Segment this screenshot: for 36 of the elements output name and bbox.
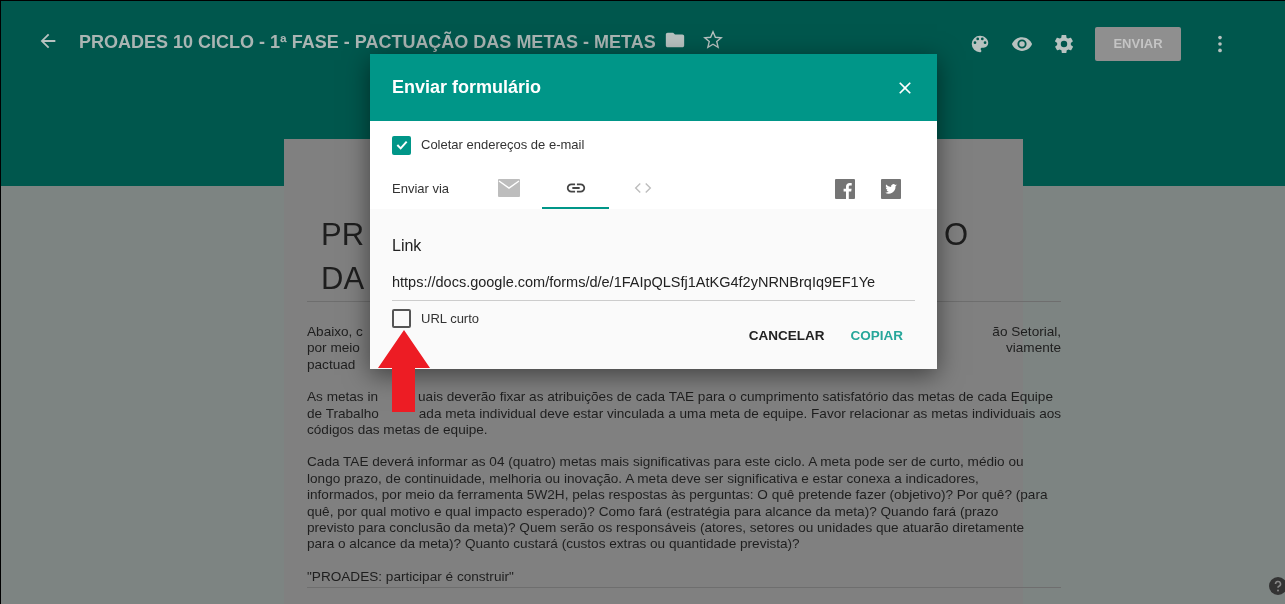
description-text: pactuad [307,355,356,374]
description-text: quê, por qual motivo e qual impacto esperado)? Como fará (estratégia para alcance da meta)? Quando fará (prazo [307,502,999,521]
description-text: uais deverão fixar as atribuições de cada TAE para o cumprimento satisfatório das metas de cada Equipe [418,388,1053,407]
star-icon[interactable] [701,29,724,51]
form-heading: O [944,216,969,254]
description-text: "PROADES: participar é construir" [307,567,514,586]
description-text: longo prazo, de continuidade, melhoria ou inovação. A meta deve ser significativa e estar conexa a indicadores, [307,469,979,488]
description-text: As metas in [307,388,378,407]
description-text: por meio [307,339,360,358]
description-text: Cada TAE deverá informar as 04 (quatro) metas mais significativas para este ciclo. A meta pode ser de curto, médio ou [307,453,1024,472]
form-heading: DA [321,260,365,298]
description-text: viamente [1005,339,1062,358]
settings-icon[interactable] [1053,33,1075,55]
short-url-checkbox[interactable] [392,309,411,328]
help-icon[interactable] [1269,577,1285,595]
facebook-icon[interactable] [835,178,855,199]
description-text: de Trabalho [307,404,379,423]
palette-icon[interactable] [969,33,991,55]
form-title: PROADES 10 CICLO - 1ª FASE - PACTUAÇÃO DAS METAS - METAS [79,30,656,54]
description-text: Abaixo, c [307,323,363,341]
description-text: ada meta individual deve estar vinculada a uma meta de equipe. Favor relacionar as metas individuais aos [418,404,1062,423]
description-text: códigos das metas de equipe. [307,420,488,439]
link-heading: Link [392,236,423,256]
checkbox-label: URL curto [421,309,480,328]
twitter-icon[interactable] [881,178,901,199]
description-text: informados, por meio da ferramenta 5W2H, pelas respostas às perguntas: O quê pretende fazer (objetivo)? Por quê? (para [307,486,1048,505]
url-field[interactable]: https://docs.google.com/forms/d/e/1FAIpQLSfj1AtKG4f2yNRNBrqIq9EF1Ye [392,272,915,301]
dialog-title: Enviar formulário [392,76,542,99]
send-via-label: Enviar via [392,179,450,198]
email-checkbox[interactable] [392,135,411,155]
form-heading: PR [321,216,365,254]
description-text: previsto para conclusão da meta)? Quem serão os responsáveis (atores, setores ou unidades que atuarão diretamente [307,519,1025,537]
cancel-button[interactable]: CANCELAR [748,326,825,347]
checkbox-label: Coletar endereços de e-mail [421,136,585,155]
description-text: para o alcance da meta)? Quanto custará (custos extras ou quantidade prevista)? [307,535,800,554]
description-text: ão Setorial, [992,323,1062,341]
